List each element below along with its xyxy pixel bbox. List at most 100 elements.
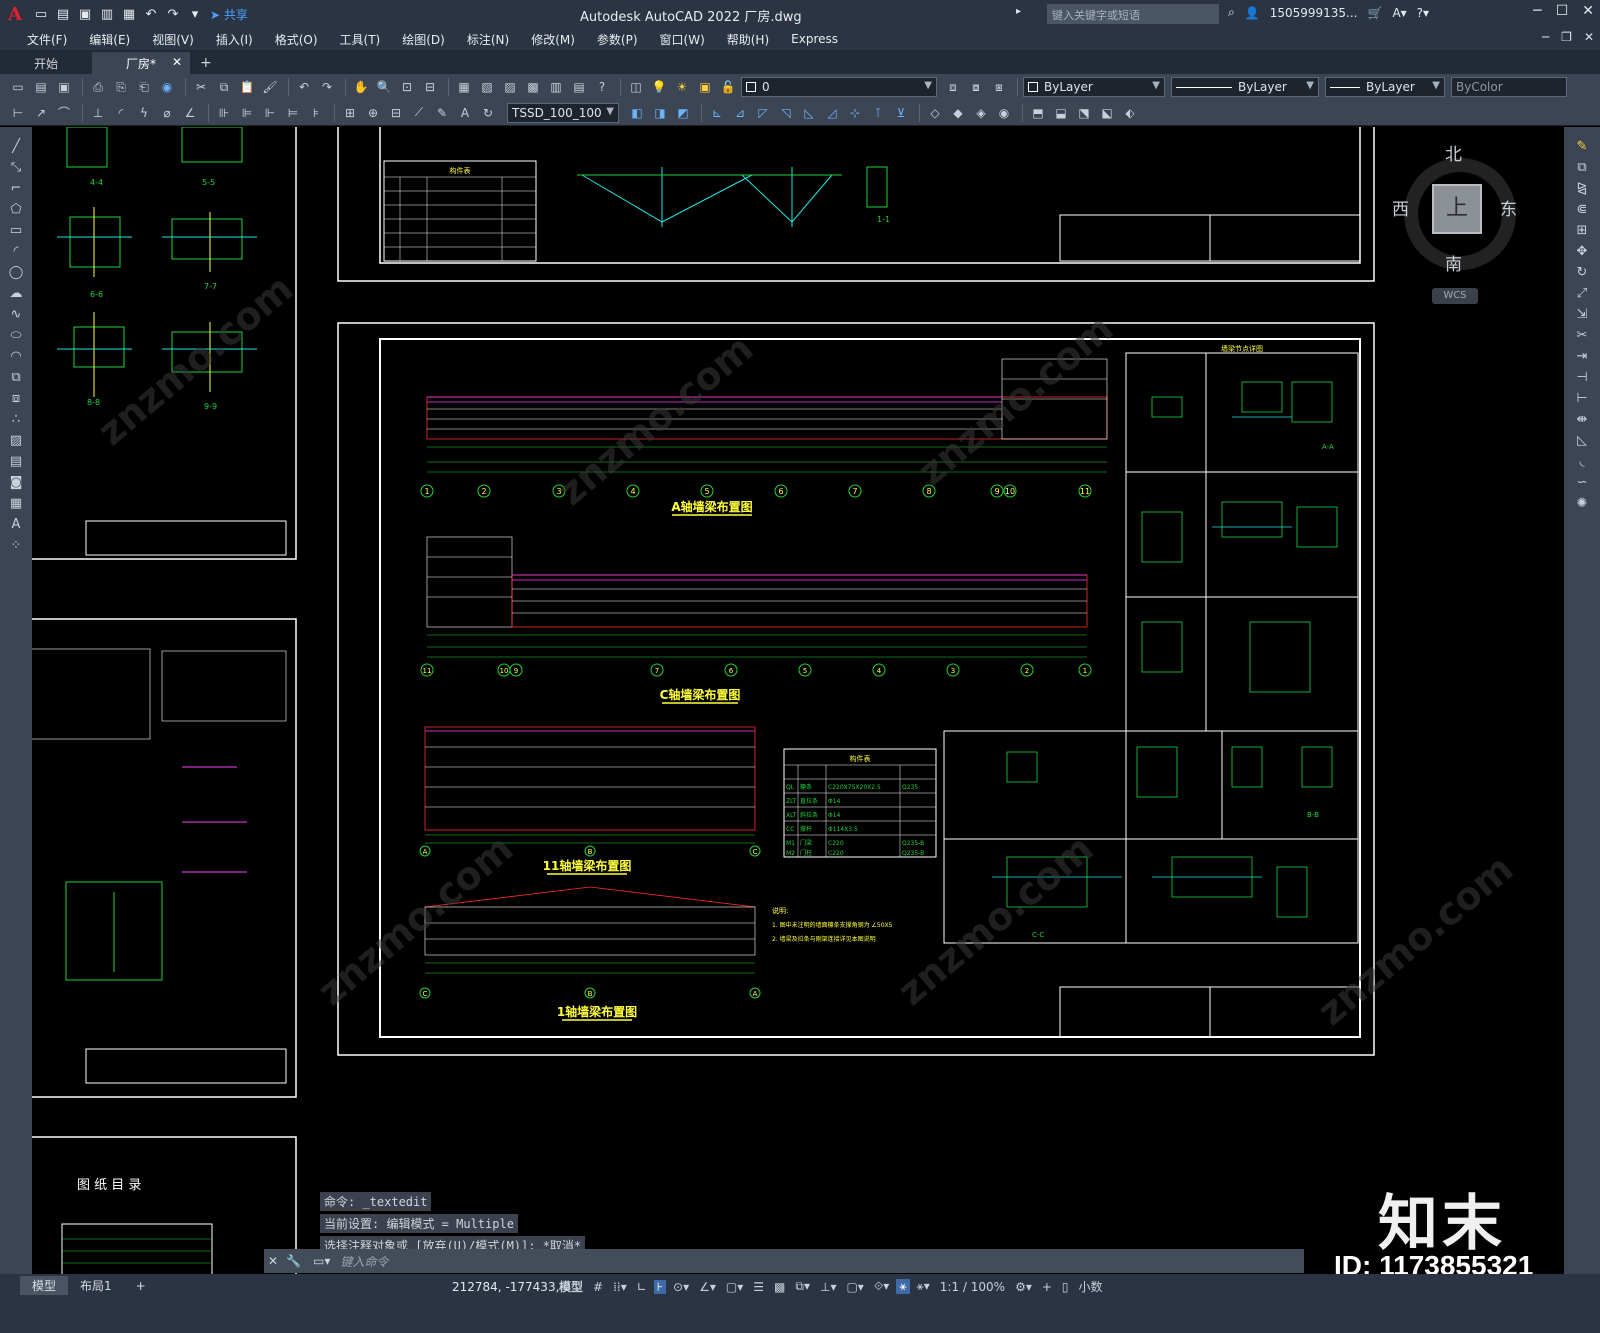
coordinate-readout[interactable]: 212784, -177433, 0 bbox=[452, 1280, 571, 1294]
tab-model[interactable]: 模型 bbox=[20, 1276, 69, 1295]
offset-icon[interactable]: ⋐ bbox=[1572, 200, 1592, 218]
dim-ordinate-icon[interactable]: ⊥ bbox=[88, 104, 108, 122]
selection-filter-icon[interactable]: ⟐▾ bbox=[871, 1279, 892, 1294]
mirror-icon[interactable]: ⧎ bbox=[1572, 179, 1592, 197]
menu-item[interactable]: 格式(O) bbox=[264, 31, 329, 48]
multiline-text-icon[interactable]: A bbox=[6, 515, 26, 533]
open-icon[interactable]: ▤ bbox=[31, 78, 51, 96]
menu-item[interactable]: 帮助(H) bbox=[716, 31, 780, 48]
add-selected-icon[interactable]: ⁘ bbox=[6, 536, 26, 554]
ucs-3point-icon[interactable]: ⊻ bbox=[891, 104, 911, 122]
dim-update-icon[interactable]: ↻ bbox=[478, 104, 498, 122]
drawing-canvas[interactable]: 4-4 5-5 6-6 7-7 8-8 9-9 构件表 1-1 1 2 3 4 … bbox=[32, 127, 1564, 1274]
arc-icon[interactable]: ◜ bbox=[6, 242, 26, 260]
ucs-object-icon[interactable]: ◺ bbox=[799, 104, 819, 122]
snap-icon[interactable]: ⁞⁞▾ bbox=[610, 1280, 630, 1294]
table-icon[interactable]: ▦ bbox=[6, 494, 26, 512]
dim-baseline-icon[interactable]: ⊫ bbox=[237, 104, 257, 122]
annotation-visibility-icon[interactable]: ⚹ bbox=[896, 1279, 910, 1294]
viewcube[interactable]: 北 南 东 西 上 WCS bbox=[1392, 140, 1532, 310]
wcs-menu[interactable]: WCS bbox=[1432, 288, 1478, 304]
compass-east[interactable]: 东 bbox=[1500, 195, 1517, 220]
dim-space-icon[interactable]: ⊨ bbox=[283, 104, 303, 122]
menu-item[interactable]: 插入(I) bbox=[205, 31, 264, 48]
extend-icon[interactable]: ⇥ bbox=[1572, 347, 1592, 365]
doc-minimize-icon[interactable]: ─ bbox=[1542, 30, 1549, 44]
view-top-icon[interactable]: ◧ bbox=[627, 104, 647, 122]
layer-states-icon[interactable]: ⧆ bbox=[989, 78, 1009, 96]
close-icon[interactable]: ✕ bbox=[1582, 3, 1594, 19]
jogged-linear-icon[interactable]: ⟋ bbox=[409, 104, 429, 122]
object-snap-icon[interactable]: ▢▾ bbox=[723, 1280, 746, 1294]
3d-osnap-icon[interactable]: ⊥▾ bbox=[817, 1280, 839, 1294]
ucs-face-icon[interactable]: ◹ bbox=[776, 104, 796, 122]
publish-icon[interactable]: ⎗ bbox=[134, 78, 154, 96]
dim-edit-icon[interactable]: ✎ bbox=[432, 104, 452, 122]
dim-angular-icon[interactable]: ∠ bbox=[180, 104, 200, 122]
tolerance-icon[interactable]: ⊞ bbox=[340, 104, 360, 122]
visual-style-wire-icon[interactable]: ◇ bbox=[925, 104, 945, 122]
layer-previous-icon[interactable]: ⧇ bbox=[966, 78, 986, 96]
paste-icon[interactable]: 📋 bbox=[237, 78, 257, 96]
dim-continue-icon[interactable]: ⊩ bbox=[260, 104, 280, 122]
inspection-icon[interactable]: ⊟ bbox=[386, 104, 406, 122]
save-icon[interactable]: ▣ bbox=[74, 7, 96, 22]
blend-icon[interactable]: ∽ bbox=[1572, 473, 1592, 491]
autocad-logo-icon[interactable]: A bbox=[0, 4, 30, 25]
copy-object-icon[interactable]: ⧉ bbox=[1572, 158, 1592, 176]
compass-west[interactable]: 西 bbox=[1392, 195, 1409, 220]
zoom-realtime-icon[interactable]: 🔍 bbox=[374, 78, 394, 96]
loft-icon[interactable]: ⬖ bbox=[1120, 104, 1140, 122]
tab-layout1[interactable]: 布局1 bbox=[68, 1276, 124, 1295]
tool-palettes-icon[interactable]: ▨ bbox=[500, 78, 520, 96]
search-icon[interactable]: ⌕ bbox=[1228, 5, 1235, 20]
cart-icon[interactable]: 🛒 bbox=[1367, 6, 1382, 20]
new-icon[interactable]: ▭ bbox=[8, 78, 28, 96]
make-block-icon[interactable]: ⧈ bbox=[6, 389, 26, 407]
menu-item[interactable]: 参数(P) bbox=[586, 31, 649, 48]
revcloud-icon[interactable]: ☁ bbox=[6, 284, 26, 302]
command-input[interactable]: 键入命令 bbox=[340, 1253, 388, 1270]
customize-icon[interactable]: ▾ bbox=[184, 7, 206, 22]
polygon-icon[interactable]: ⬠ bbox=[6, 200, 26, 218]
auto-scale-icon[interactable]: ⚹▾ bbox=[914, 1279, 933, 1294]
transparency-icon[interactable]: ▩ bbox=[771, 1280, 788, 1294]
command-close-icon[interactable]: ✕ bbox=[268, 1254, 278, 1268]
pan-icon[interactable]: ✋ bbox=[351, 78, 371, 96]
selection-cycling-icon[interactable]: ⧉▾ bbox=[792, 1279, 813, 1294]
help-icon[interactable]: ?▾ bbox=[1417, 6, 1429, 20]
layer-lock-icon[interactable]: 🔓 bbox=[718, 78, 738, 96]
new-tab-button[interactable]: + bbox=[190, 55, 222, 74]
ellipse-icon[interactable]: ⬭ bbox=[6, 326, 26, 344]
polar-tracking-icon[interactable]: ⊦ bbox=[653, 1279, 667, 1294]
polyline-icon[interactable]: ⌐ bbox=[6, 179, 26, 197]
array-icon[interactable]: ⊞ bbox=[1572, 221, 1592, 239]
redo-icon[interactable]: ↷ bbox=[317, 78, 337, 96]
menu-item[interactable]: 文件(F) bbox=[16, 31, 78, 48]
cut-icon[interactable]: ✂ bbox=[191, 78, 211, 96]
annotation-monitor-icon[interactable]: + bbox=[1039, 1280, 1055, 1294]
redo-icon[interactable]: ↷ bbox=[162, 7, 184, 22]
dimstyle-dropdown[interactable]: TSSD_100_100 ▼ bbox=[507, 102, 619, 123]
ortho-icon[interactable]: ∟ bbox=[634, 1280, 650, 1294]
break-point-icon[interactable]: ⊣ bbox=[1572, 368, 1592, 386]
tab-start[interactable]: 开始 bbox=[0, 52, 92, 74]
calculator-icon[interactable]: ▤ bbox=[569, 78, 589, 96]
stretch-icon[interactable]: ⇲ bbox=[1572, 305, 1592, 323]
trim-icon[interactable]: ✂ bbox=[1572, 326, 1592, 344]
grid-icon[interactable]: # bbox=[590, 1280, 606, 1294]
layer-on-icon[interactable]: 💡 bbox=[649, 78, 669, 96]
menu-item[interactable]: 标注(N) bbox=[456, 31, 520, 48]
sweep-icon[interactable]: ⬔ bbox=[1074, 104, 1094, 122]
circle-icon[interactable]: ◯ bbox=[6, 263, 26, 281]
ellipse-arc-icon[interactable]: ◠ bbox=[6, 347, 26, 365]
presspull-icon[interactable]: ⬓ bbox=[1051, 104, 1071, 122]
visual-style-hidden-icon[interactable]: ◆ bbox=[948, 104, 968, 122]
erase-icon[interactable]: ✎ bbox=[1572, 137, 1592, 155]
search-expand-icon[interactable]: ▸ bbox=[1016, 6, 1021, 17]
compass-south[interactable]: 南 bbox=[1445, 250, 1462, 275]
move-icon[interactable]: ✥ bbox=[1572, 242, 1592, 260]
dim-linear-icon[interactable]: ⊢ bbox=[8, 104, 28, 122]
print-icon[interactable]: ⎙ bbox=[88, 78, 108, 96]
lineweight-icon[interactable]: ☰ bbox=[750, 1280, 767, 1294]
